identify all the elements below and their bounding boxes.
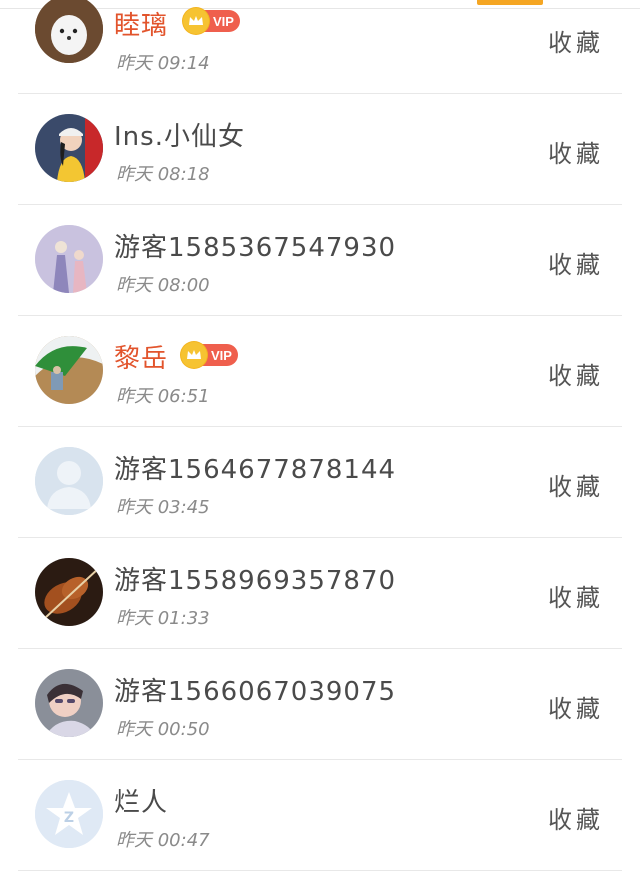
list-item[interactable]: Ins.小仙女 昨天 08:18 收藏 — [0, 94, 640, 205]
crown-icon — [183, 8, 209, 34]
visit-time: 昨天 08:18 — [116, 164, 210, 185]
vip-label: VIP — [213, 13, 234, 29]
visit-time: 昨天 06:51 — [116, 386, 210, 407]
vip-label: VIP — [211, 347, 232, 363]
visit-time: 昨天 03:45 — [116, 497, 210, 518]
selfie-woman-avatar[interactable] — [35, 669, 103, 737]
visit-time: 昨天 08:00 — [116, 275, 210, 296]
vip-badge: VIP — [183, 8, 240, 34]
list-item[interactable]: 黎岳 VIP 昨天 06:51 收藏 — [0, 316, 640, 427]
star-logo-avatar[interactable]: Z — [35, 780, 103, 848]
list-item[interactable]: 游客1566067039075 昨天 00:50 收藏 — [0, 649, 640, 760]
list-item[interactable]: 游客1558969357870 昨天 01:33 收藏 — [0, 538, 640, 649]
crown-icon — [181, 342, 207, 368]
user-name[interactable]: 游客1558969357870 — [114, 560, 396, 597]
visit-time: 昨天 09:14 — [116, 53, 210, 74]
vip-badge: VIP — [181, 342, 238, 368]
list-item[interactable]: 游客1564677878144 昨天 03:45 收藏 — [0, 427, 640, 538]
favorite-button[interactable]: 收藏 — [548, 245, 604, 280]
costume-couple-avatar[interactable] — [35, 225, 103, 293]
default-person-avatar[interactable] — [35, 447, 103, 515]
user-name[interactable]: Ins.小仙女 — [114, 116, 245, 153]
favorite-button[interactable]: 收藏 — [548, 23, 604, 58]
user-name[interactable]: 游客1566067039075 — [114, 671, 396, 708]
favorite-button[interactable]: 收藏 — [548, 689, 604, 724]
list-item[interactable]: 睦璃 VIP 昨天 09:14 收藏 — [0, 0, 640, 94]
violin-avatar[interactable] — [35, 558, 103, 626]
favorite-button[interactable]: 收藏 — [548, 356, 604, 391]
visit-time: 昨天 01:33 — [116, 608, 210, 629]
visit-time: 昨天 00:50 — [116, 719, 210, 740]
list-item[interactable]: 游客1585367547930 昨天 08:00 收藏 — [0, 205, 640, 316]
svg-text:Z: Z — [64, 810, 74, 826]
user-name[interactable]: 游客1585367547930 — [114, 227, 396, 264]
list-item[interactable]: Z 烂人 昨天 00:47 收藏 — [0, 760, 640, 871]
girl-cap-avatar[interactable] — [35, 114, 103, 182]
favorite-button[interactable]: 收藏 — [548, 467, 604, 502]
user-name[interactable]: 黎岳 — [114, 338, 168, 375]
umbrella-scene-avatar[interactable] — [35, 336, 103, 404]
favorite-button[interactable]: 收藏 — [548, 800, 604, 835]
favorite-button[interactable]: 收藏 — [548, 134, 604, 169]
user-name[interactable]: 烂人 — [114, 782, 168, 819]
visit-time: 昨天 00:47 — [116, 830, 210, 851]
white-dog-avatar[interactable] — [35, 0, 103, 63]
favorite-button[interactable]: 收藏 — [548, 578, 604, 613]
user-name[interactable]: 游客1564677878144 — [114, 449, 396, 486]
user-name[interactable]: 睦璃 — [114, 5, 168, 42]
